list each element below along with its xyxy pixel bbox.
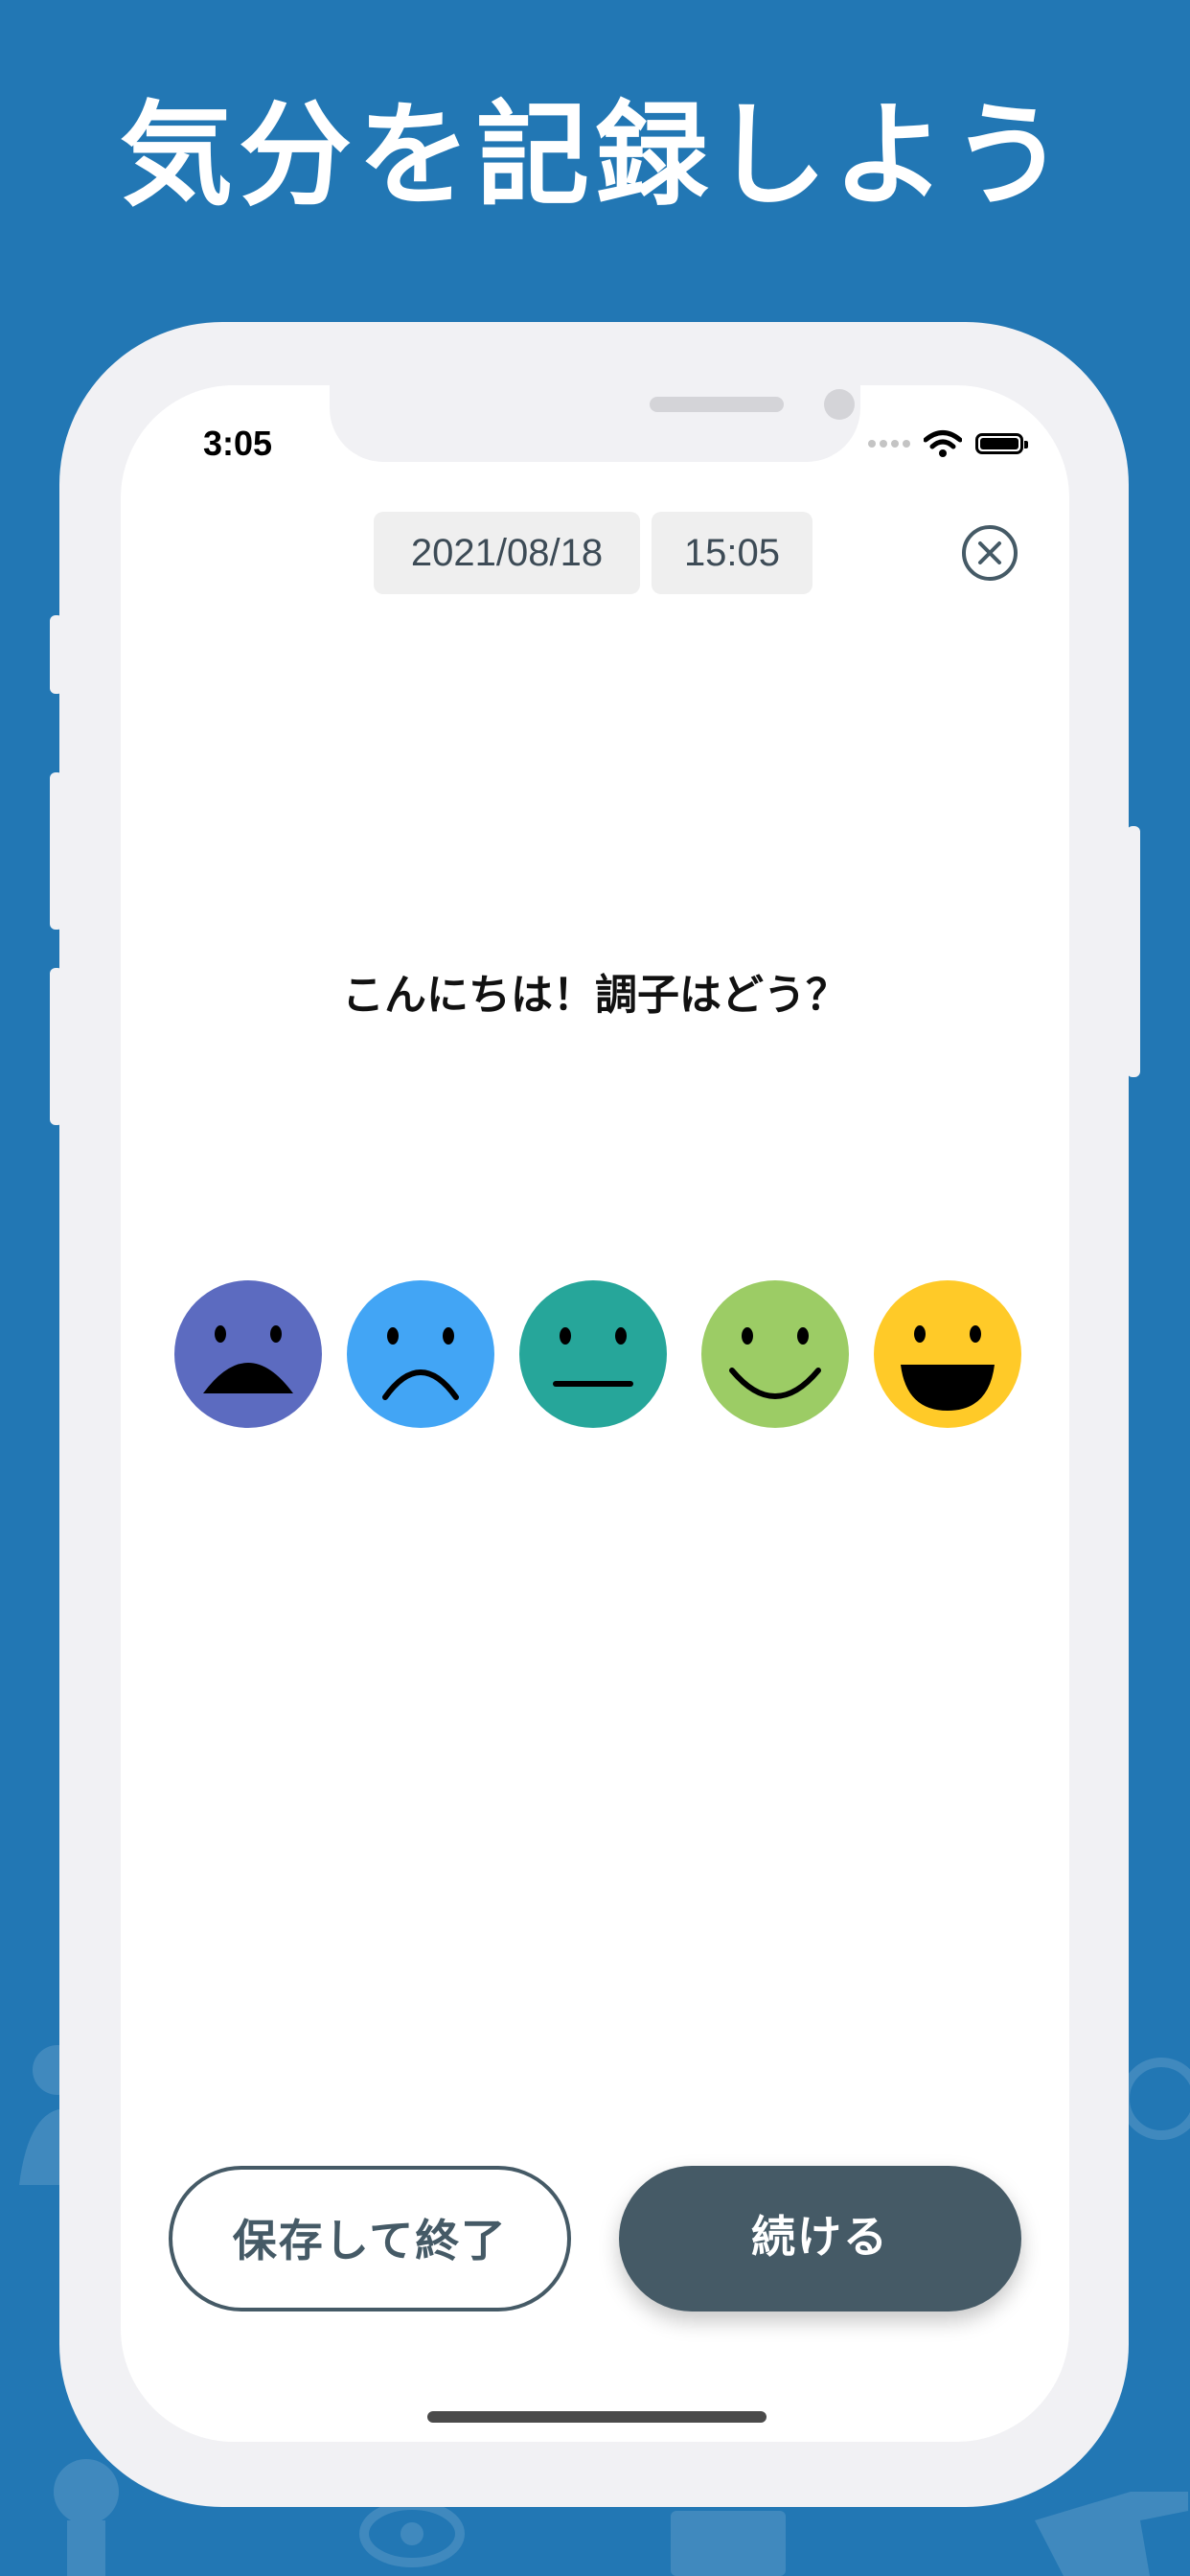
cellular-signal-icon <box>868 440 910 448</box>
entry-time-picker[interactable]: 15:05 <box>652 512 812 594</box>
face-circle <box>701 1280 849 1428</box>
mood-very-happy-icon[interactable] <box>874 1280 1021 1428</box>
speaker-grille <box>650 397 784 412</box>
device-notch <box>330 385 860 462</box>
wifi-icon <box>924 430 962 457</box>
device-side-button <box>1127 826 1140 1077</box>
promo-headline: 気分を記録しよう <box>119 89 1070 221</box>
app-screen: 3:05 2021/08/18 15:05 こんにちは！調子はどう？ 保存して終… <box>121 385 1069 2442</box>
front-camera <box>824 389 855 420</box>
mood-sad-icon[interactable] <box>347 1280 494 1428</box>
background-decoration-bottom-3 <box>671 2511 786 2576</box>
mood-very-sad-icon[interactable] <box>174 1280 322 1428</box>
save-and-exit-button[interactable]: 保存して終了 <box>169 2166 571 2312</box>
entry-date-picker[interactable]: 2021/08/18 <box>374 512 640 594</box>
mood-question: こんにちは！調子はどう？ <box>342 971 848 1020</box>
home-indicator[interactable] <box>427 2411 767 2423</box>
face-circle <box>519 1280 667 1428</box>
close-icon[interactable] <box>960 523 1019 583</box>
status-bar-icons <box>868 429 1028 458</box>
face-circle <box>347 1280 494 1428</box>
status-bar-time: 3:05 <box>203 424 273 463</box>
background-decoration-right <box>1123 2058 1190 2140</box>
face-circle <box>174 1280 322 1428</box>
battery-icon <box>975 433 1028 454</box>
continue-button[interactable]: 続ける <box>619 2166 1021 2312</box>
mood-happy-icon[interactable] <box>701 1280 849 1428</box>
mood-neutral-icon[interactable] <box>519 1280 667 1428</box>
